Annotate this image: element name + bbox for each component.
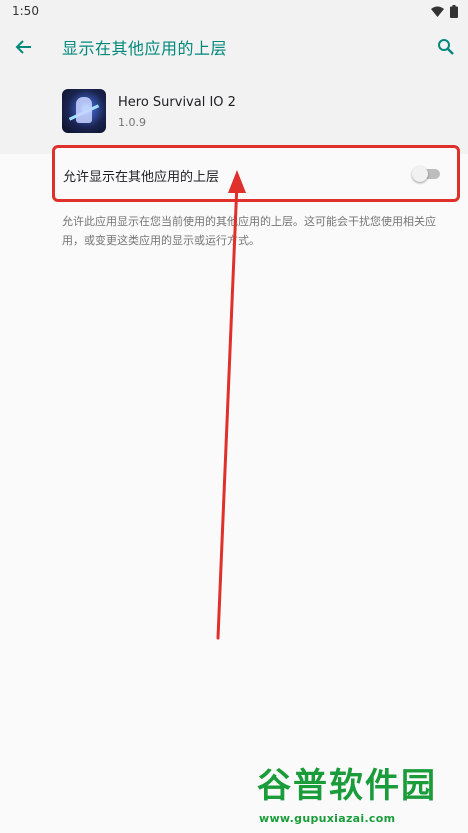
wifi-icon — [431, 6, 444, 17]
status-time: 1:50 — [12, 4, 39, 18]
watermark: 谷普软件园 www.gupuxiazai.com — [255, 758, 465, 830]
overlay-permission-row[interactable]: 允许显示在其他应用的上层 — [52, 145, 460, 202]
toolbar: 显示在其他应用的上层 — [0, 24, 468, 70]
app-header: Hero Survival IO 2 1.0.9 — [0, 70, 468, 154]
search-icon — [438, 39, 454, 55]
app-icon — [62, 89, 106, 133]
back-arrow-icon — [15, 40, 31, 54]
battery-icon — [450, 5, 458, 18]
app-name: Hero Survival IO 2 — [118, 95, 236, 110]
page-title: 显示在其他应用的上层 — [62, 39, 228, 58]
toggle-thumb — [412, 166, 428, 182]
overlay-permission-toggle[interactable] — [412, 165, 442, 183]
search-button[interactable] — [430, 31, 462, 63]
watermark-url: www.gupuxiazai.com — [259, 812, 396, 825]
back-button[interactable] — [8, 31, 40, 63]
status-icons — [431, 5, 458, 18]
status-bar: 1:50 — [0, 0, 468, 24]
app-version: 1.0.9 — [118, 116, 146, 129]
watermark-title: 谷普软件园 — [257, 766, 437, 806]
overlay-permission-label: 允许显示在其他应用的上层 — [63, 170, 220, 185]
permission-description: 允许此应用显示在您当前使用的其他应用的上层。这可能会干扰您使用相关应用，或变更这… — [62, 215, 436, 247]
